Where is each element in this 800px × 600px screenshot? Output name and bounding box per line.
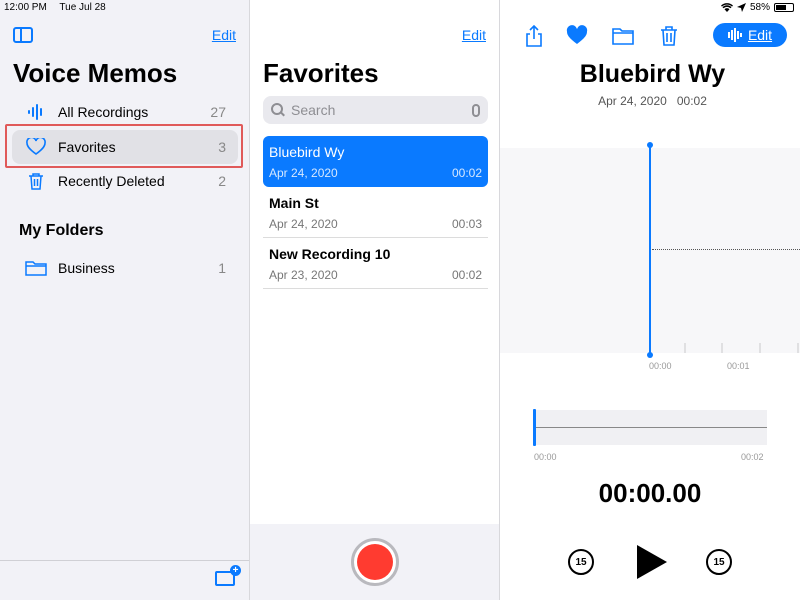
- recording-date: Apr 24, 2020: [269, 166, 338, 180]
- waveform-icon: [727, 28, 742, 42]
- sidebar-item-count: 2: [218, 173, 226, 189]
- favorite-heart-icon[interactable]: [566, 25, 588, 47]
- search-bar: [263, 96, 488, 124]
- waveform-tick-label: 00:01: [727, 361, 750, 371]
- sidebar-toggle-icon[interactable]: [13, 27, 33, 43]
- skip-forward-15-icon[interactable]: 15: [706, 549, 732, 575]
- recording-duration: 00:02: [451, 166, 482, 180]
- list-title: Favorites: [263, 58, 379, 88]
- search-icon: [271, 103, 285, 117]
- skip-back-label: 15: [575, 556, 587, 568]
- recording-name: New Recording 10: [269, 246, 391, 262]
- wifi-icon: [720, 3, 733, 12]
- recording-duration: 00:03: [451, 217, 482, 231]
- edit-recording-label: Edit: [747, 27, 773, 43]
- play-button[interactable]: [637, 545, 667, 579]
- timeline-ruler: [684, 343, 799, 353]
- page-title: Voice Memos: [13, 58, 178, 88]
- waveform-icon: [24, 102, 48, 122]
- my-folders-heading: My Folders: [19, 222, 104, 239]
- sidebar-toolbar: +: [0, 560, 249, 600]
- recording-date: Apr 23, 2020: [269, 268, 338, 282]
- overview-scrubber[interactable]: [533, 409, 767, 446]
- battery-icon: [774, 3, 794, 12]
- recording-detail-pane: Edit Bluebird Wy Apr 24, 2020 00:02 00:0…: [500, 0, 800, 600]
- waveform-tick-label: 00:00: [649, 361, 672, 371]
- scrubber-handle[interactable]: [533, 409, 536, 446]
- skip-back-15-icon[interactable]: 15: [568, 549, 594, 575]
- recording-detail-duration: 00:02: [676, 94, 707, 108]
- playback-timer: 00:00.00: [598, 478, 702, 508]
- sidebar-item-label: Business: [58, 260, 115, 276]
- selection-highlight-box: [5, 124, 243, 168]
- edit-recording-button[interactable]: Edit: [713, 23, 787, 47]
- recording-row[interactable]: New Recording 10 Apr 23, 2020 00:02: [263, 238, 488, 289]
- delete-trash-icon[interactable]: [658, 25, 680, 47]
- recordings-list-pane: Edit Favorites Bluebird Wy Apr 24, 2020 …: [250, 0, 500, 600]
- battery-percent: 58%: [749, 2, 770, 13]
- record-toolbar: [250, 524, 499, 600]
- playhead[interactable]: [647, 142, 653, 358]
- recording-row[interactable]: Main St Apr 24, 2020 00:03: [263, 187, 488, 238]
- sidebar-item-count: 27: [210, 104, 226, 120]
- scrubber-end-label: 00:02: [741, 452, 764, 462]
- folder-icon: [24, 258, 48, 278]
- recording-name: Bluebird Wy: [269, 144, 345, 160]
- status-bar: 12:00 PM Tue Jul 28 58%: [0, 0, 800, 16]
- move-to-folder-icon[interactable]: [612, 25, 634, 47]
- share-icon[interactable]: [523, 25, 545, 47]
- recording-detail-date: Apr 24, 2020: [598, 94, 667, 108]
- recording-subtitle: Apr 24, 2020 00:02: [500, 94, 800, 108]
- sidebar: Edit Voice Memos All Recordings 27 Favor…: [0, 0, 250, 600]
- sidebar-item-count: 1: [218, 260, 226, 276]
- search-input[interactable]: [291, 102, 472, 118]
- status-date: Tue Jul 28: [59, 2, 106, 13]
- skip-forward-label: 15: [713, 556, 725, 568]
- recording-title: Bluebird Wy: [579, 60, 726, 88]
- microphone-icon[interactable]: [472, 103, 480, 117]
- recording-date: Apr 24, 2020: [269, 217, 338, 231]
- new-folder-icon[interactable]: +: [215, 565, 241, 586]
- sidebar-item-recently-deleted[interactable]: Recently Deleted 2: [12, 164, 238, 198]
- recording-duration: 00:02: [451, 268, 482, 282]
- sidebar-item-label: Recently Deleted: [58, 173, 165, 189]
- sidebar-item-business-folder[interactable]: Business 1: [12, 251, 238, 285]
- record-button[interactable]: [351, 538, 399, 586]
- sidebar-edit-button[interactable]: Edit: [212, 27, 236, 43]
- status-time: 12:00 PM: [4, 2, 47, 13]
- trash-icon: [24, 171, 48, 191]
- scrubber-start-label: 00:00: [534, 452, 557, 462]
- recording-row[interactable]: Bluebird Wy Apr 24, 2020 00:02: [263, 136, 488, 187]
- sidebar-item-label: All Recordings: [58, 104, 149, 120]
- recording-name: Main St: [269, 195, 319, 211]
- location-arrow-icon: [736, 3, 746, 12]
- record-dot-icon: [357, 544, 393, 580]
- list-edit-button[interactable]: Edit: [462, 27, 486, 43]
- waveform-baseline: [652, 249, 800, 250]
